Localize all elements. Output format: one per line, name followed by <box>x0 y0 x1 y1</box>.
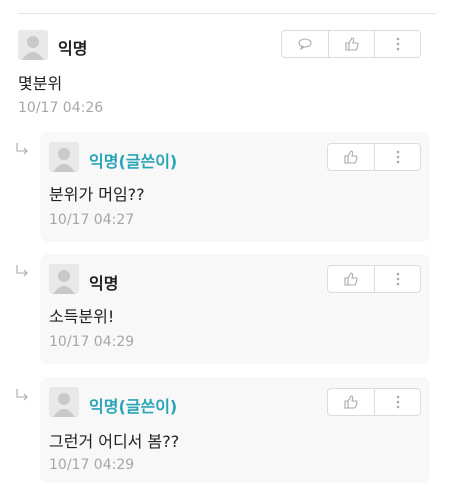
avatar-placeholder-icon <box>49 387 79 417</box>
comment-actions <box>281 30 421 58</box>
reply-actions <box>327 143 421 171</box>
reply-time: 10/17 04:27 <box>49 212 135 228</box>
reply-arrow-icon <box>16 389 28 401</box>
more-button[interactable] <box>374 389 420 415</box>
more-button[interactable] <box>374 144 420 170</box>
like-button[interactable] <box>328 31 374 57</box>
reply-author: 익명(글쓴이) <box>89 397 178 416</box>
reply-author: 익명 <box>89 274 119 293</box>
reply-arrow-icon <box>16 143 28 155</box>
more-icon <box>396 272 399 286</box>
top-divider <box>18 0 436 14</box>
more-icon <box>396 395 399 409</box>
reply-actions <box>327 388 421 416</box>
comment-author: 익명 <box>58 39 88 58</box>
reply-button[interactable] <box>282 31 328 57</box>
avatar-placeholder-icon <box>49 142 79 172</box>
reply-actions <box>327 265 421 293</box>
like-icon <box>344 395 358 409</box>
avatar <box>49 387 79 417</box>
reply-item: 익명 소득분위! 10/17 04:29 <box>40 254 430 364</box>
like-button[interactable] <box>328 389 374 415</box>
comment-thread: 익명 몇분위 10/17 04:26 익명(글쓴이) 분위가 머임?? 10/1… <box>0 0 456 485</box>
avatar-placeholder-icon <box>18 30 48 60</box>
like-button[interactable] <box>328 144 374 170</box>
like-icon <box>344 272 358 286</box>
comment-icon <box>298 38 312 50</box>
avatar <box>18 30 48 60</box>
reply-time: 10/17 04:29 <box>49 457 135 473</box>
reply-text: 분위가 머임?? <box>49 185 145 204</box>
reply-arrow-icon <box>16 265 28 277</box>
reply-item: 익명(글쓴이) 분위가 머임?? 10/17 04:27 <box>40 132 430 242</box>
more-icon <box>396 37 399 51</box>
comment-text: 몇분위 <box>18 74 63 93</box>
reply-time: 10/17 04:29 <box>49 334 135 350</box>
more-button[interactable] <box>374 266 420 292</box>
avatar <box>49 142 79 172</box>
comment-time: 10/17 04:26 <box>18 100 104 116</box>
reply-author: 익명(글쓴이) <box>89 152 178 171</box>
reply-text: 소득분위! <box>49 307 115 326</box>
like-button[interactable] <box>328 266 374 292</box>
like-icon <box>344 150 358 164</box>
avatar-placeholder-icon <box>49 264 79 294</box>
avatar <box>49 264 79 294</box>
like-icon <box>344 37 359 51</box>
reply-item: 익명(글쓴이) 그런거 어디서 봄?? 10/17 04:29 <box>40 377 430 483</box>
more-button[interactable] <box>374 31 420 57</box>
reply-text: 그런거 어디서 봄?? <box>49 432 180 451</box>
more-icon <box>396 150 399 164</box>
